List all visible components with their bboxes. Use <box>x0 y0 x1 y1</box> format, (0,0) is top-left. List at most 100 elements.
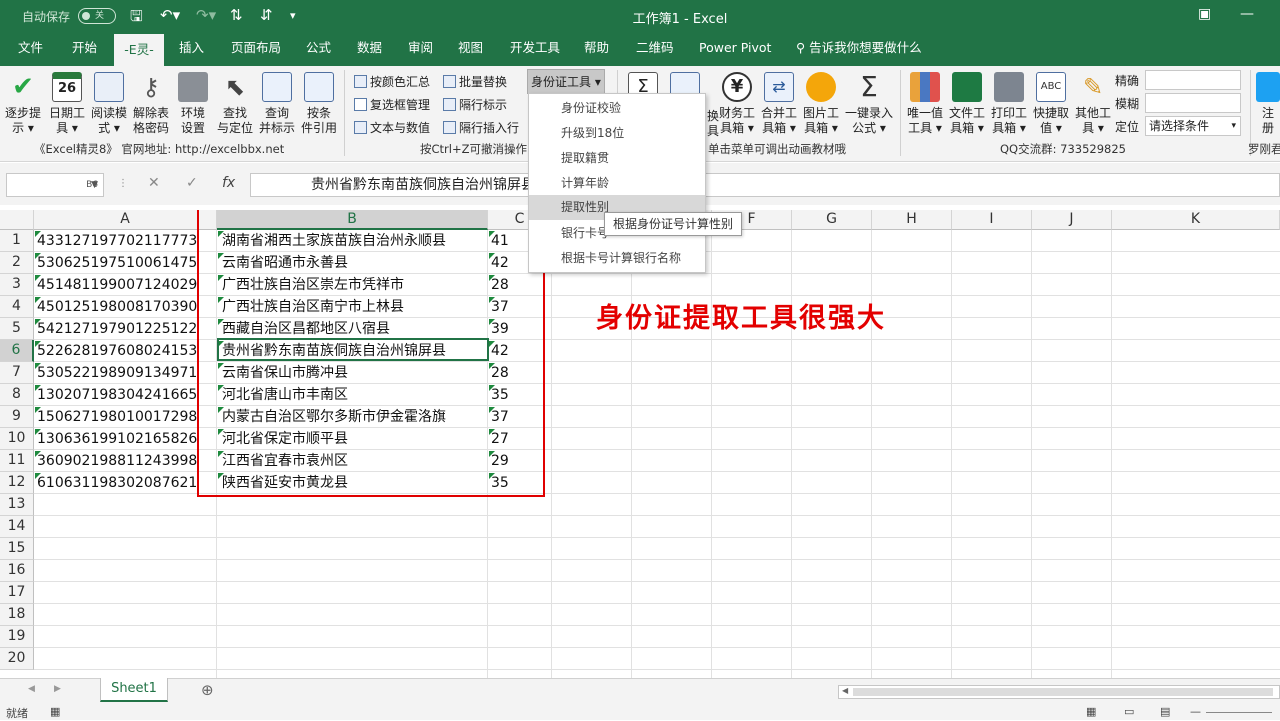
exact-input[interactable] <box>1145 70 1241 90</box>
ribbon-display-icon[interactable]: ▣ <box>1198 6 1211 22</box>
reading-mode-button[interactable]: 阅读模 式 ▾ <box>88 72 130 136</box>
zoom-slider[interactable] <box>1206 712 1272 713</box>
cancel-icon[interactable]: ✕ <box>148 175 160 191</box>
select-all-corner[interactable] <box>0 210 34 230</box>
fuzzy-input[interactable] <box>1145 93 1241 113</box>
tell-me-search[interactable]: ⚲ 告诉我你想要做什么 <box>792 32 926 66</box>
insert-function-icon[interactable]: fx <box>222 175 235 191</box>
row-header[interactable]: 3 <box>0 274 34 296</box>
tab-insert[interactable]: 插入 <box>175 32 208 66</box>
insert-alternate-rows-button[interactable]: 隔行插入行 <box>443 119 519 136</box>
autosave-toggle[interactable]: 关 <box>78 8 116 24</box>
conditional-ref-button[interactable]: 按条 件引用 <box>298 72 340 136</box>
row-header[interactable]: 16 <box>0 560 34 582</box>
quick-value-button[interactable]: ABC 快捷取 值 ▾ <box>1030 72 1072 136</box>
row-header[interactable]: 18 <box>0 604 34 626</box>
other-tools-button[interactable]: ✎ 其他工 具 ▾ <box>1072 72 1114 136</box>
remove-password-button[interactable]: ⚷ 解除表 格密码 <box>130 72 172 136</box>
exact-option[interactable]: 精确 <box>1115 72 1139 89</box>
tab-formulas[interactable]: 公式 <box>302 32 335 66</box>
file-toolbox-button[interactable]: 文件工 具箱 ▾ <box>946 72 988 136</box>
row-header[interactable]: 12 <box>0 472 34 494</box>
tab-data[interactable]: 数据 <box>353 32 386 66</box>
column-header-k[interactable]: K <box>1112 210 1280 230</box>
sort-asc-icon[interactable]: ⇅ <box>230 6 243 24</box>
merge-toolbox-button[interactable]: ⇄ 合并工 具箱 ▾ <box>758 72 800 136</box>
scroll-right-icon[interactable]: ▶ <box>54 684 61 694</box>
zoom-out-icon[interactable]: — <box>1190 705 1201 718</box>
cell-id-number[interactable]: 130207198304241665 <box>34 384 217 406</box>
sheet-tab-sheet1[interactable]: Sheet1 <box>100 678 168 702</box>
row-header[interactable]: 4 <box>0 296 34 318</box>
quick-formula-button[interactable]: Σ 一键录入 公式 ▾ <box>844 72 894 136</box>
menu-item-native-place[interactable]: 提取籍贯 <box>529 146 705 171</box>
cell-id-number[interactable]: 450125198008170390 <box>34 296 217 318</box>
print-toolbox-button[interactable]: 打印工 具箱 ▾ <box>988 72 1030 136</box>
text-number-button[interactable]: 文本与数值 <box>354 119 430 136</box>
cell-id-number[interactable]: 451481199007124029 <box>34 274 217 296</box>
date-tool-button[interactable]: 26 日期工 具 ▾ <box>46 72 88 136</box>
row-header[interactable]: 19 <box>0 626 34 648</box>
sort-desc-icon[interactable]: ⇵ <box>260 6 273 24</box>
undo-icon[interactable]: ↶▾ <box>160 6 180 24</box>
row-header[interactable]: 11 <box>0 450 34 472</box>
cell-id-number[interactable]: 130636199102165826 <box>34 428 217 450</box>
customize-qat-icon[interactable]: ▾ <box>290 9 296 22</box>
normal-view-icon[interactable]: ▦ <box>1086 705 1096 718</box>
cell-id-number[interactable]: 522628197608024153 <box>34 340 217 362</box>
row-header[interactable]: 13 <box>0 494 34 516</box>
row-header[interactable]: 17 <box>0 582 34 604</box>
row-header[interactable]: 20 <box>0 648 34 670</box>
page-layout-icon[interactable]: ▭ <box>1124 705 1134 718</box>
menu-item-id-verify[interactable]: 身份证校验 <box>529 96 705 121</box>
cell-id-number[interactable]: 433127197702117773 <box>34 230 217 252</box>
scrollbar-thumb[interactable] <box>853 688 1273 696</box>
image-toolbox-button[interactable]: 图片工 具箱 ▾ <box>800 72 842 136</box>
worksheet-grid[interactable]: A B C D E F G H I J K 123456789101112131… <box>0 210 1280 678</box>
menu-item-bank-name[interactable]: 根据卡号计算银行名称 <box>529 246 705 271</box>
confirm-icon[interactable]: ✓ <box>186 175 198 191</box>
page-break-icon[interactable]: ▤ <box>1160 705 1170 718</box>
row-header[interactable]: 14 <box>0 516 34 538</box>
tab-page-layout[interactable]: 页面布局 <box>227 32 285 66</box>
tab-qrcode[interactable]: 二维码 <box>632 32 678 66</box>
tab-developer[interactable]: 开发工具 <box>506 32 564 66</box>
tab-file[interactable]: 文件 <box>14 32 47 66</box>
cell-id-number[interactable]: 530522198909134971 <box>34 362 217 384</box>
tab-view[interactable]: 视图 <box>454 32 487 66</box>
minimize-icon[interactable]: — <box>1240 6 1254 22</box>
env-settings-button[interactable]: 环境 设置 <box>172 72 214 136</box>
column-header-h[interactable]: H <box>872 210 952 230</box>
row-header[interactable]: 5 <box>0 318 34 340</box>
macro-record-icon[interactable]: ▦ <box>50 705 60 718</box>
tab-power-pivot[interactable]: Power Pivot <box>695 32 775 66</box>
column-header-i[interactable]: I <box>952 210 1032 230</box>
column-header-j[interactable]: J <box>1032 210 1112 230</box>
fuzzy-option[interactable]: 模糊 <box>1115 95 1139 112</box>
cell-id-number[interactable]: 610631198302087621 <box>34 472 217 494</box>
horizontal-scrollbar[interactable]: ◀ <box>838 685 1280 699</box>
cell-id-number[interactable]: 530625197510061475 <box>34 252 217 274</box>
column-header-a[interactable]: A <box>34 210 217 230</box>
finance-toolbox-button[interactable]: ¥ 财务工 具箱 ▾ <box>716 72 758 136</box>
row-header[interactable]: 8 <box>0 384 34 406</box>
checkbox-manage-button[interactable]: 复选框管理 <box>354 96 430 113</box>
alternate-mark-button[interactable]: 隔行标示 <box>443 96 507 113</box>
row-header[interactable]: 10 <box>0 428 34 450</box>
row-header[interactable]: 1 <box>0 230 34 252</box>
tab-e-ling[interactable]: -E灵- <box>114 32 164 66</box>
name-box[interactable]: B6 ▼ <box>6 173 104 197</box>
cell-id-number[interactable]: 150627198010017298 <box>34 406 217 428</box>
scroll-left-icon[interactable]: ◀ <box>28 684 35 694</box>
row-header[interactable]: 6 <box>0 340 34 362</box>
scroll-left-arrow-icon[interactable]: ◀ <box>842 686 848 695</box>
add-sheet-icon[interactable]: ⊕ <box>201 681 214 699</box>
row-header[interactable]: 9 <box>0 406 34 428</box>
column-header-g[interactable]: G <box>792 210 872 230</box>
id-card-tool-button[interactable]: 身份证工具 ▾ <box>527 69 605 94</box>
redo-icon[interactable]: ↷▾ <box>196 6 216 24</box>
row-header[interactable]: 7 <box>0 362 34 384</box>
row-header[interactable]: 2 <box>0 252 34 274</box>
find-locate-button[interactable]: ⬉ 查找 与定位 <box>214 72 256 136</box>
register-button[interactable]: 注 册 <box>1256 72 1280 136</box>
